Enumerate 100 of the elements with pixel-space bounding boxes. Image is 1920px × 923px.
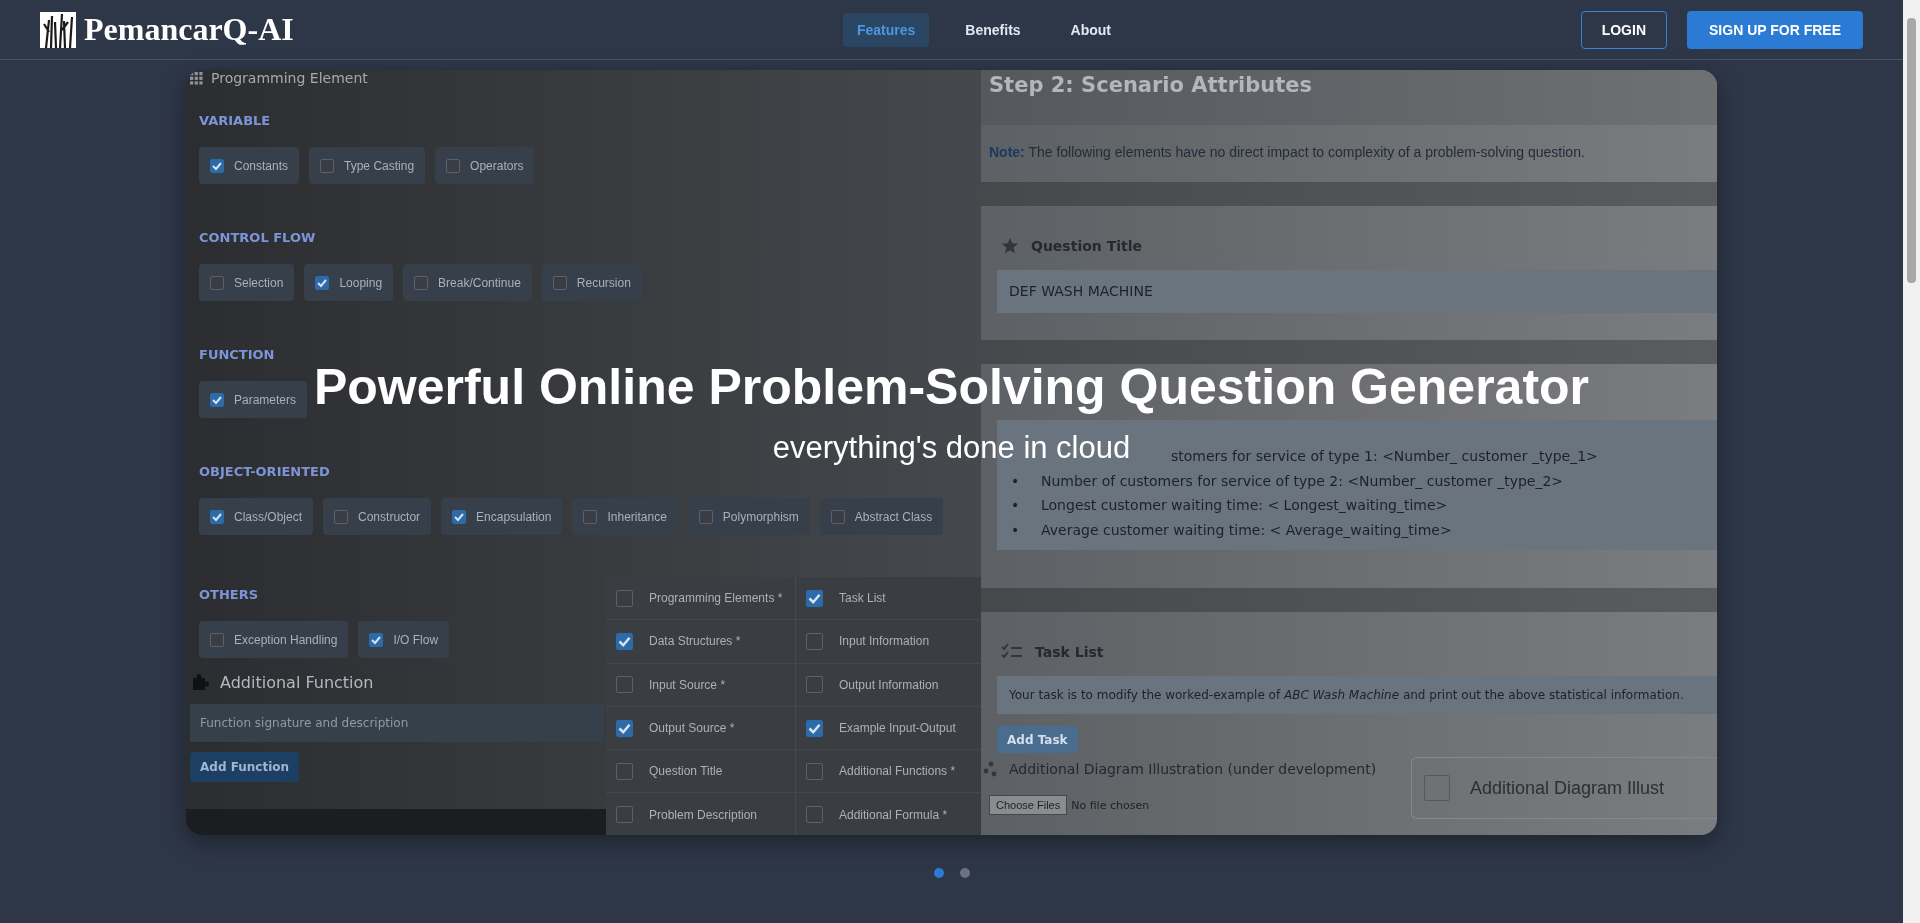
- group-heading: VARIABLE: [199, 112, 272, 130]
- option-chip[interactable]: Break/Continue: [403, 264, 532, 301]
- nav-link[interactable]: About: [1056, 12, 1126, 47]
- option-chip[interactable]: I/O Flow: [358, 621, 450, 658]
- checkbox[interactable]: [210, 632, 224, 647]
- group-heading: CONTROL FLOW: [199, 229, 317, 247]
- question-title-field[interactable]: DEF WASH MACHINE: [997, 270, 1717, 313]
- section-heading: Task List: [1035, 644, 1104, 660]
- option-chip[interactable]: Class/Object: [199, 498, 314, 535]
- hero-subtitle: everything's done in cloud: [772, 430, 1131, 466]
- checkbox[interactable]: [552, 275, 567, 290]
- task-field[interactable]: Your task is to modify the worked-example of ABC Wash Machine and print out the above statistical information.: [997, 676, 1717, 714]
- checkbox[interactable]: [1424, 775, 1450, 801]
- option-chip[interactable]: Parameters: [199, 381, 308, 418]
- checkbox[interactable]: [616, 762, 633, 780]
- checkbox[interactable]: [616, 632, 633, 650]
- star-icon: [1001, 237, 1019, 255]
- checkbox[interactable]: [806, 806, 823, 824]
- panel-title: Programming Element: [211, 70, 368, 86]
- sign-up-button[interactable]: SIGN UP FOR FREE: [1687, 10, 1863, 49]
- checklist-item[interactable]: Data Structures *: [606, 620, 795, 664]
- checkbox[interactable]: [616, 806, 633, 824]
- dots-icon: [983, 761, 999, 777]
- group-heading: OTHERS: [199, 586, 260, 604]
- add-task-button[interactable]: Add Task: [997, 726, 1078, 753]
- section-heading: Additional Diagram Illustration (under development): [1009, 761, 1377, 777]
- note-text: Note: The following elements have no direct impact to complexity of a problem-solving question.: [988, 143, 1586, 162]
- description-item: Number of customers for service of type 2: <Number_ customer _type_2>: [1041, 471, 1564, 491]
- option-chip[interactable]: Operators: [435, 147, 535, 184]
- checklist-icon: [1001, 643, 1023, 661]
- checkbox[interactable]: [210, 392, 224, 407]
- file-status: No file chosen: [1071, 798, 1150, 812]
- checkbox[interactable]: [806, 589, 823, 607]
- checkbox[interactable]: [806, 762, 823, 780]
- option-chip[interactable]: Abstract Class: [819, 498, 944, 535]
- group-heading: FUNCTION: [199, 346, 276, 364]
- checkbox[interactable]: [210, 275, 224, 290]
- checkbox[interactable]: [369, 632, 384, 647]
- bullet: •: [1011, 471, 1021, 491]
- option-chip[interactable]: Constants: [199, 147, 300, 184]
- checklist-item[interactable]: Task List: [796, 577, 981, 621]
- logo-icon: [40, 11, 76, 48]
- description-item: stomers for service of type 1: <Number_ customer _type_1>: [1171, 447, 1598, 466]
- option-chip[interactable]: Recursion: [541, 264, 642, 301]
- option-chip[interactable]: Selection: [199, 264, 295, 301]
- choose-files-button[interactable]: Choose Files: [989, 795, 1068, 815]
- checkbox[interactable]: [698, 509, 713, 524]
- checkbox[interactable]: [616, 676, 633, 694]
- checklist-item[interactable]: Additional Functions *: [796, 750, 981, 794]
- option-chip[interactable]: Looping: [304, 264, 394, 301]
- checkbox[interactable]: [334, 509, 349, 524]
- checklist-item[interactable]: Programming Elements *: [606, 577, 795, 621]
- option-chip[interactable]: Type Casting: [309, 147, 426, 184]
- checkbox[interactable]: [320, 158, 335, 173]
- checkbox[interactable]: [806, 676, 823, 694]
- carousel-dot[interactable]: [959, 868, 970, 878]
- hero-headline: Powerful Online Problem-Solving Question Generator: [313, 360, 1590, 414]
- checkbox[interactable]: [616, 589, 633, 607]
- description-item: Longest customer waiting time: < Longest_waiting_time>: [1041, 496, 1448, 515]
- checkbox[interactable]: [446, 158, 461, 173]
- checkbox[interactable]: [806, 719, 823, 737]
- checklist-item[interactable]: Output Information: [796, 663, 981, 707]
- checkbox[interactable]: [210, 158, 224, 173]
- bullet: •: [1011, 520, 1021, 540]
- scrollbar[interactable]: [1903, 0, 1920, 923]
- checkbox[interactable]: [583, 509, 598, 524]
- group-heading: OBJECT-ORIENTED: [199, 463, 331, 481]
- bullet: •: [1011, 496, 1021, 515]
- option-chip[interactable]: Constructor: [323, 498, 432, 535]
- function-input-field[interactable]: Function signature and description: [190, 704, 604, 742]
- puzzle-icon: [190, 672, 210, 692]
- checkbox[interactable]: [210, 509, 224, 524]
- checklist-item[interactable]: Problem Description: [606, 793, 795, 835]
- checkbox[interactable]: [315, 275, 330, 290]
- checklist-item[interactable]: Example Input-Output: [796, 706, 981, 751]
- login-button[interactable]: LOGIN: [1580, 10, 1667, 49]
- option-chip[interactable]: Exception Handling: [199, 621, 349, 658]
- checkbox[interactable]: [616, 719, 633, 737]
- checklist-item[interactable]: Input Information: [796, 620, 981, 664]
- nav-link[interactable]: Features: [843, 12, 930, 47]
- logo-text[interactable]: PemancarQ-AI: [84, 11, 294, 48]
- step-title: Step 2: Scenario Attributes: [981, 70, 1717, 125]
- option-chip[interactable]: Inheritance: [572, 498, 678, 535]
- checkbox[interactable]: [830, 509, 845, 524]
- checklist-item[interactable]: Output Source *: [606, 706, 795, 751]
- checklist-item[interactable]: Input Source *: [606, 663, 795, 707]
- nav-link[interactable]: Benefits: [951, 12, 1035, 47]
- option-chip[interactable]: Encapsulation: [441, 498, 563, 535]
- option-chip[interactable]: Polymorphism: [687, 498, 810, 535]
- checkbox[interactable]: [414, 275, 429, 290]
- checklist-item[interactable]: Question Title: [606, 750, 795, 794]
- section-heading: Question Title: [1031, 238, 1142, 254]
- checkbox[interactable]: [806, 632, 823, 650]
- carousel-dot[interactable]: [933, 868, 944, 878]
- section-heading: Additional Function: [220, 672, 374, 692]
- grid-icon: [190, 71, 203, 85]
- checkbox[interactable]: [452, 509, 467, 524]
- diagram-option[interactable]: Additional Diagram Illust: [1411, 757, 1717, 819]
- add-function-button[interactable]: Add Function: [190, 752, 300, 782]
- description-item: Average customer waiting time: < Average_waiting_time>: [1041, 520, 1452, 540]
